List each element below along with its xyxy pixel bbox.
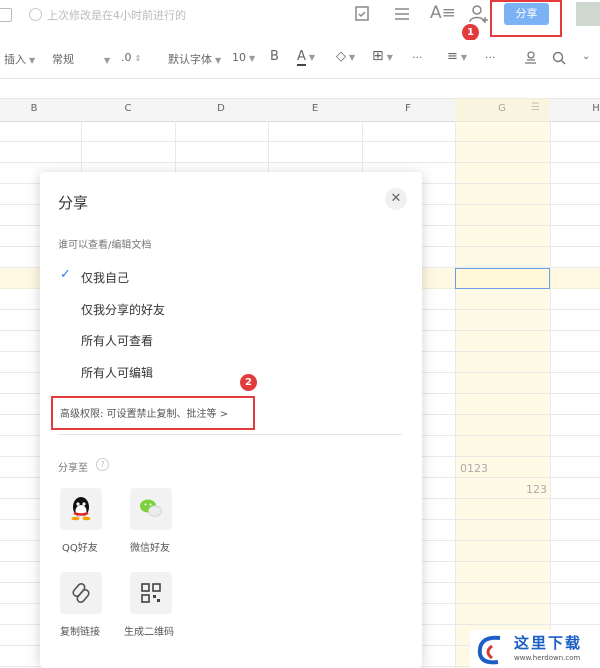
add-user-icon[interactable] (468, 3, 490, 25)
number-format-select[interactable]: 常规 ▼ (52, 51, 110, 67)
check-circle-icon (29, 8, 42, 21)
wechat-icon (140, 499, 162, 517)
close-icon: ✕ (390, 191, 402, 206)
option-anyone-edit[interactable]: 所有人可编辑 (81, 364, 153, 381)
more-tools-button-2[interactable]: ··· (485, 51, 496, 64)
insert-menu[interactable]: 插入 ▼ (4, 51, 35, 67)
column-header-h[interactable]: H (586, 103, 600, 114)
chevron-down-icon[interactable]: ⌄ (582, 51, 590, 62)
qrcode-icon (141, 583, 161, 603)
selected-cell[interactable] (455, 268, 550, 289)
copy-link-button[interactable] (60, 572, 102, 614)
more-tools-button[interactable]: ··· (412, 51, 423, 64)
step-badge-2: 2 (240, 374, 257, 391)
stamp-icon[interactable] (522, 50, 538, 66)
link-icon (72, 583, 90, 603)
font-color-button[interactable]: A ▼ (297, 49, 315, 66)
divider (58, 434, 402, 435)
qrcode-button[interactable] (130, 572, 172, 614)
bold-button[interactable]: B (270, 49, 279, 64)
top-bar: 上次修改是在4小时前进行的 A≡ 1 分享 (0, 0, 600, 41)
save-status: 上次修改是在4小时前进行的 (47, 9, 186, 22)
column-header-d[interactable]: D (211, 103, 231, 114)
watermark-url: www.herdown.com (514, 654, 581, 662)
fill-color-icon[interactable]: ◇ ▼ (336, 49, 355, 64)
share-qq-button[interactable] (60, 488, 102, 530)
checklist-icon[interactable] (353, 4, 373, 24)
column-header-b[interactable]: B (24, 103, 44, 114)
search-icon[interactable] (551, 50, 567, 66)
site-watermark: 这里下载 www.herdown.com (470, 630, 600, 668)
option-shared-friends[interactable]: 仅我分享的好友 (81, 301, 165, 318)
close-button[interactable]: ✕ (385, 188, 407, 210)
column-header-f[interactable]: F (398, 103, 418, 114)
option-anyone-view[interactable]: 所有人可查看 (81, 332, 153, 349)
font-select[interactable]: 默认字体 ▼ (168, 51, 221, 67)
format-toolbar: 插入 ▼ 常规 ▼ .0 ⇕ 默认字体 ▼ 10 ▼ B A ▼ ◇ ▼ ⊞ ▼ ··· ≡ ▼ … (0, 40, 600, 79)
step-badge-1: 1 (462, 24, 479, 41)
column-header-c[interactable]: C (118, 103, 138, 114)
border-icon[interactable]: ⊞ ▼ (372, 48, 393, 64)
watermark-brand: 这里下载 (514, 634, 583, 652)
share-button[interactable]: 分享 (504, 3, 549, 25)
cell-g-number[interactable]: 123 (526, 483, 547, 496)
font-size-select[interactable]: 10 ▼ (232, 51, 255, 64)
watermark-logo-icon (477, 635, 501, 665)
qrcode-label: 生成二维码 (124, 627, 174, 638)
text-format-icon[interactable]: A≡ (430, 3, 456, 23)
check-icon: ✓ (60, 267, 71, 282)
qq-icon (71, 497, 91, 521)
share-wechat-label: 微信好友 (130, 543, 170, 554)
cell-g-text[interactable]: 0123 (460, 462, 488, 475)
option-only-me[interactable]: 仅我自己 (81, 269, 129, 286)
share-wechat-button[interactable] (130, 488, 172, 530)
share-dialog: 分享 ✕ 谁可以查看/编辑文档 ✓ 仅我自己 仅我分享的好友 所有人可查看 所有… (40, 172, 422, 668)
help-icon[interactable]: ? (96, 458, 109, 471)
advanced-permissions-link[interactable]: 高级权限: 可设置禁止复制、批注等 > (60, 405, 228, 420)
copy-link-label: 复制链接 (60, 627, 100, 638)
menu-icon[interactable] (393, 5, 411, 23)
back-icon[interactable] (0, 8, 12, 22)
column-header-e[interactable]: E (305, 103, 325, 114)
avatar[interactable] (576, 2, 600, 26)
decimal-stepper[interactable]: .0 ⇕ (121, 51, 141, 64)
permission-section-label: 谁可以查看/编辑文档 (58, 240, 152, 251)
dialog-title: 分享 (58, 194, 89, 212)
share-to-label: 分享至 (58, 463, 88, 474)
align-button[interactable]: ≡ ▼ (447, 49, 467, 64)
share-qq-label: QQ好友 (62, 543, 98, 554)
